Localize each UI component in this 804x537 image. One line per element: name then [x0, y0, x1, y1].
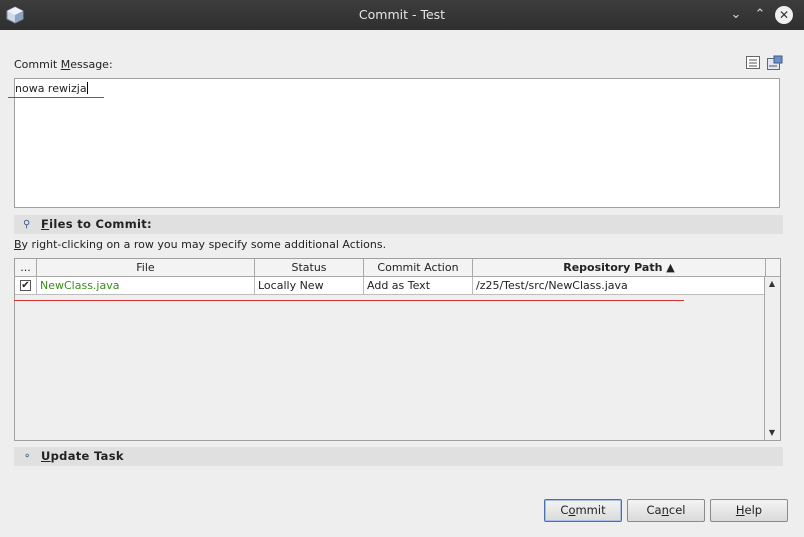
files-table[interactable]: ... File Status Commit Action Repository… [14, 258, 781, 441]
commit-message-field[interactable]: nowa rewizja [14, 78, 780, 208]
expand-toggle-icon[interactable]: ⚬ [23, 451, 31, 462]
table-cell-repository-path[interactable]: /z25/Test/src/NewClass.java [473, 277, 766, 295]
commit-message-label: Commit Message: [14, 58, 113, 71]
text-caret [86, 82, 88, 94]
red-annotation-underline [8, 97, 104, 98]
update-task-title: Update Task [41, 449, 124, 463]
scroll-up-arrow-icon[interactable]: ▲ [765, 277, 779, 291]
commit-message-text: nowa rewizja [15, 82, 87, 95]
files-to-commit-section-header[interactable]: ⚲ Files to Commit: [14, 215, 783, 234]
files-to-commit-title: Files to Commit: [41, 217, 152, 231]
collapse-toggle-icon[interactable]: ⚲ [23, 219, 30, 230]
cancel-button[interactable]: Cancel [627, 499, 705, 522]
table-row-checkbox-cell[interactable]: ✔ [15, 277, 37, 295]
red-annotation-underline [14, 300, 684, 301]
table-cell-file[interactable]: NewClass.java [37, 277, 255, 295]
title-bar: Commit - Test ⌄ ⌃ ✕ [0, 0, 804, 30]
minimize-chevron-icon[interactable]: ⌄ [727, 6, 745, 24]
update-task-section-header[interactable]: ⚬ Update Task [14, 447, 783, 466]
column-header-status[interactable]: Status [255, 259, 364, 277]
files-hint-text: By right-clicking on a row you may speci… [14, 238, 387, 251]
table-vertical-scrollbar[interactable]: ▲ ▼ [764, 277, 780, 440]
help-button[interactable]: Help [710, 499, 788, 522]
table-cell-status[interactable]: Locally New [255, 277, 364, 295]
recent-messages-icon[interactable] [745, 55, 762, 71]
close-icon[interactable]: ✕ [775, 6, 793, 24]
column-header-file[interactable]: File [37, 259, 255, 277]
column-header-repository-path[interactable]: Repository Path ▲ [473, 259, 766, 277]
scroll-down-arrow-icon[interactable]: ▼ [765, 426, 779, 440]
include-checkbox[interactable]: ✔ [20, 280, 31, 291]
table-cell-commit-action[interactable]: Add as Text [364, 277, 473, 295]
load-template-icon[interactable] [766, 55, 783, 71]
table-corner [766, 259, 780, 277]
column-header-select[interactable]: ... [15, 259, 37, 277]
maximize-chevron-icon[interactable]: ⌃ [751, 6, 769, 24]
column-header-commit-action[interactable]: Commit Action [364, 259, 473, 277]
commit-button[interactable]: Commit [544, 499, 622, 522]
window-title: Commit - Test [358, 7, 446, 22]
